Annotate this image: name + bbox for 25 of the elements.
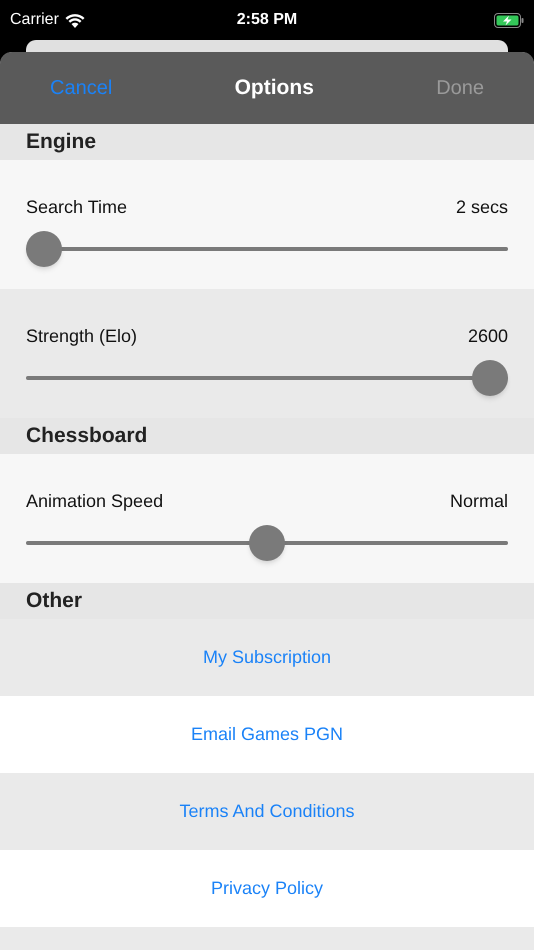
setting-label: Search Time [26, 196, 128, 219]
link-button[interactable]: Terms And Conditions [179, 798, 355, 825]
setting-value: 2600 [468, 325, 508, 348]
slider-thumb[interactable] [249, 525, 285, 561]
clock-time: 2:58 PM [236, 10, 298, 30]
link-button[interactable]: Email Games PGN [190, 721, 344, 748]
wifi-icon [64, 12, 85, 28]
setting-label: Animation Speed [26, 490, 164, 513]
sheet-title: Options [234, 75, 314, 102]
slider-thumb[interactable] [26, 231, 62, 267]
slider[interactable] [26, 360, 508, 396]
section-header: Other [26, 588, 82, 614]
link-button[interactable]: My Subscription [202, 644, 332, 671]
section-header: Chessboard [26, 423, 148, 450]
setting-value: Normal [450, 490, 508, 513]
link-button[interactable]: Privacy Policy [210, 875, 324, 902]
setting-label: Strength (Elo) [26, 325, 138, 348]
carrier-label: Carrier [10, 10, 59, 30]
section-header: Engine [26, 129, 96, 156]
slider[interactable] [26, 231, 508, 267]
slider-thumb[interactable] [472, 360, 508, 396]
cancel-button[interactable]: Cancel [50, 73, 112, 103]
slider[interactable] [26, 525, 508, 561]
battery-icon [494, 12, 524, 28]
setting-value: 2 secs [456, 196, 508, 219]
